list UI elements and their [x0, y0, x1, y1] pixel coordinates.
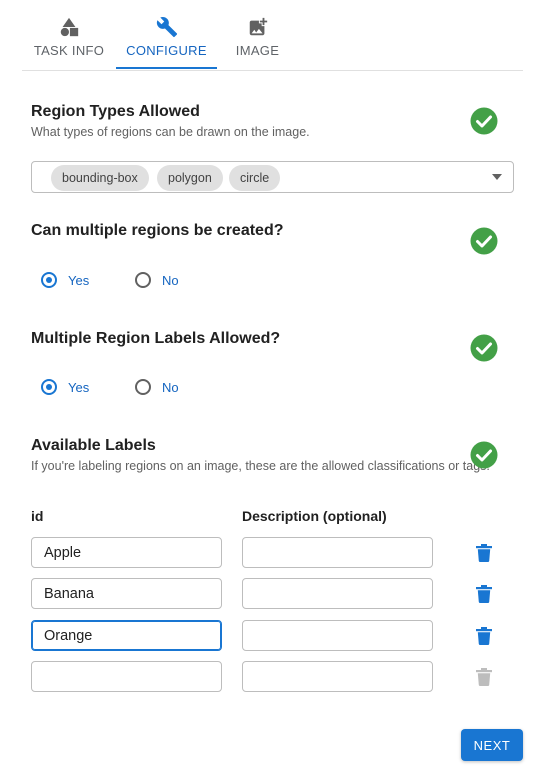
radio-label: Yes [68, 272, 90, 288]
multiple-labels-yes-radio[interactable]: Yes [41, 379, 89, 395]
chevron-down-icon[interactable] [492, 174, 502, 180]
region-types-description: What types of regions can be drawn on th… [31, 125, 310, 139]
radio-label: No [162, 379, 179, 395]
trash-disabled-icon [476, 668, 492, 686]
trash-icon[interactable] [476, 544, 492, 562]
label-description-input[interactable] [242, 620, 433, 651]
label-description-input[interactable] [242, 578, 433, 609]
multiple-labels-title: Multiple Region Labels Allowed? [31, 330, 281, 347]
multiple-regions-title: Can multiple regions be created? [31, 222, 284, 239]
available-labels-title: Available Labels [31, 437, 156, 454]
multiple-regions-yes-radio[interactable]: Yes [41, 272, 89, 288]
radio-label: No [162, 272, 179, 288]
label-id-input[interactable] [31, 578, 222, 609]
add-image-icon [249, 17, 267, 36]
radio-checked-icon [41, 379, 57, 395]
shapes-icon [60, 17, 79, 37]
multiple-labels-no-radio[interactable]: No [135, 379, 179, 395]
trash-icon[interactable] [476, 627, 492, 645]
check-circle-icon [470, 227, 498, 255]
radio-unchecked-icon [135, 272, 151, 288]
label-id-input[interactable] [31, 537, 222, 568]
tab-configure[interactable]: CONFIGURE [116, 0, 217, 70]
label-id-input[interactable] [31, 620, 222, 651]
tab-image[interactable]: IMAGE [217, 0, 298, 70]
wrench-icon [156, 17, 177, 38]
region-type-chip[interactable]: bounding-box [51, 165, 149, 191]
multiple-regions-no-radio[interactable]: No [135, 272, 179, 288]
check-circle-icon [470, 334, 498, 362]
column-header-id: id [31, 508, 44, 524]
tab-bar: TASK INFO CONFIGURE IMAGE [22, 0, 523, 71]
radio-checked-icon [41, 272, 57, 288]
region-types-title: Region Types Allowed [31, 103, 200, 120]
available-labels-description: If you're labeling regions on an image, … [31, 459, 490, 473]
column-header-description: Description (optional) [242, 508, 387, 524]
next-button[interactable]: NEXT [461, 729, 523, 761]
tab-label: IMAGE [235, 43, 280, 58]
region-types-select[interactable]: bounding-box polygon circle [31, 161, 514, 193]
active-tab-indicator [116, 67, 217, 69]
label-description-input[interactable] [242, 537, 433, 568]
tab-label: TASK INFO [33, 43, 105, 58]
tab-label: CONFIGURE [126, 43, 207, 58]
check-circle-icon [470, 107, 498, 135]
tab-task-info[interactable]: TASK INFO [22, 0, 116, 70]
region-type-chip[interactable]: polygon [157, 165, 223, 191]
region-type-chip[interactable]: circle [229, 165, 281, 191]
label-description-input[interactable] [242, 661, 433, 692]
trash-icon[interactable] [476, 585, 492, 603]
radio-label: Yes [68, 379, 90, 395]
label-id-input[interactable] [31, 661, 222, 692]
check-circle-icon [470, 441, 498, 469]
radio-unchecked-icon [135, 379, 151, 395]
